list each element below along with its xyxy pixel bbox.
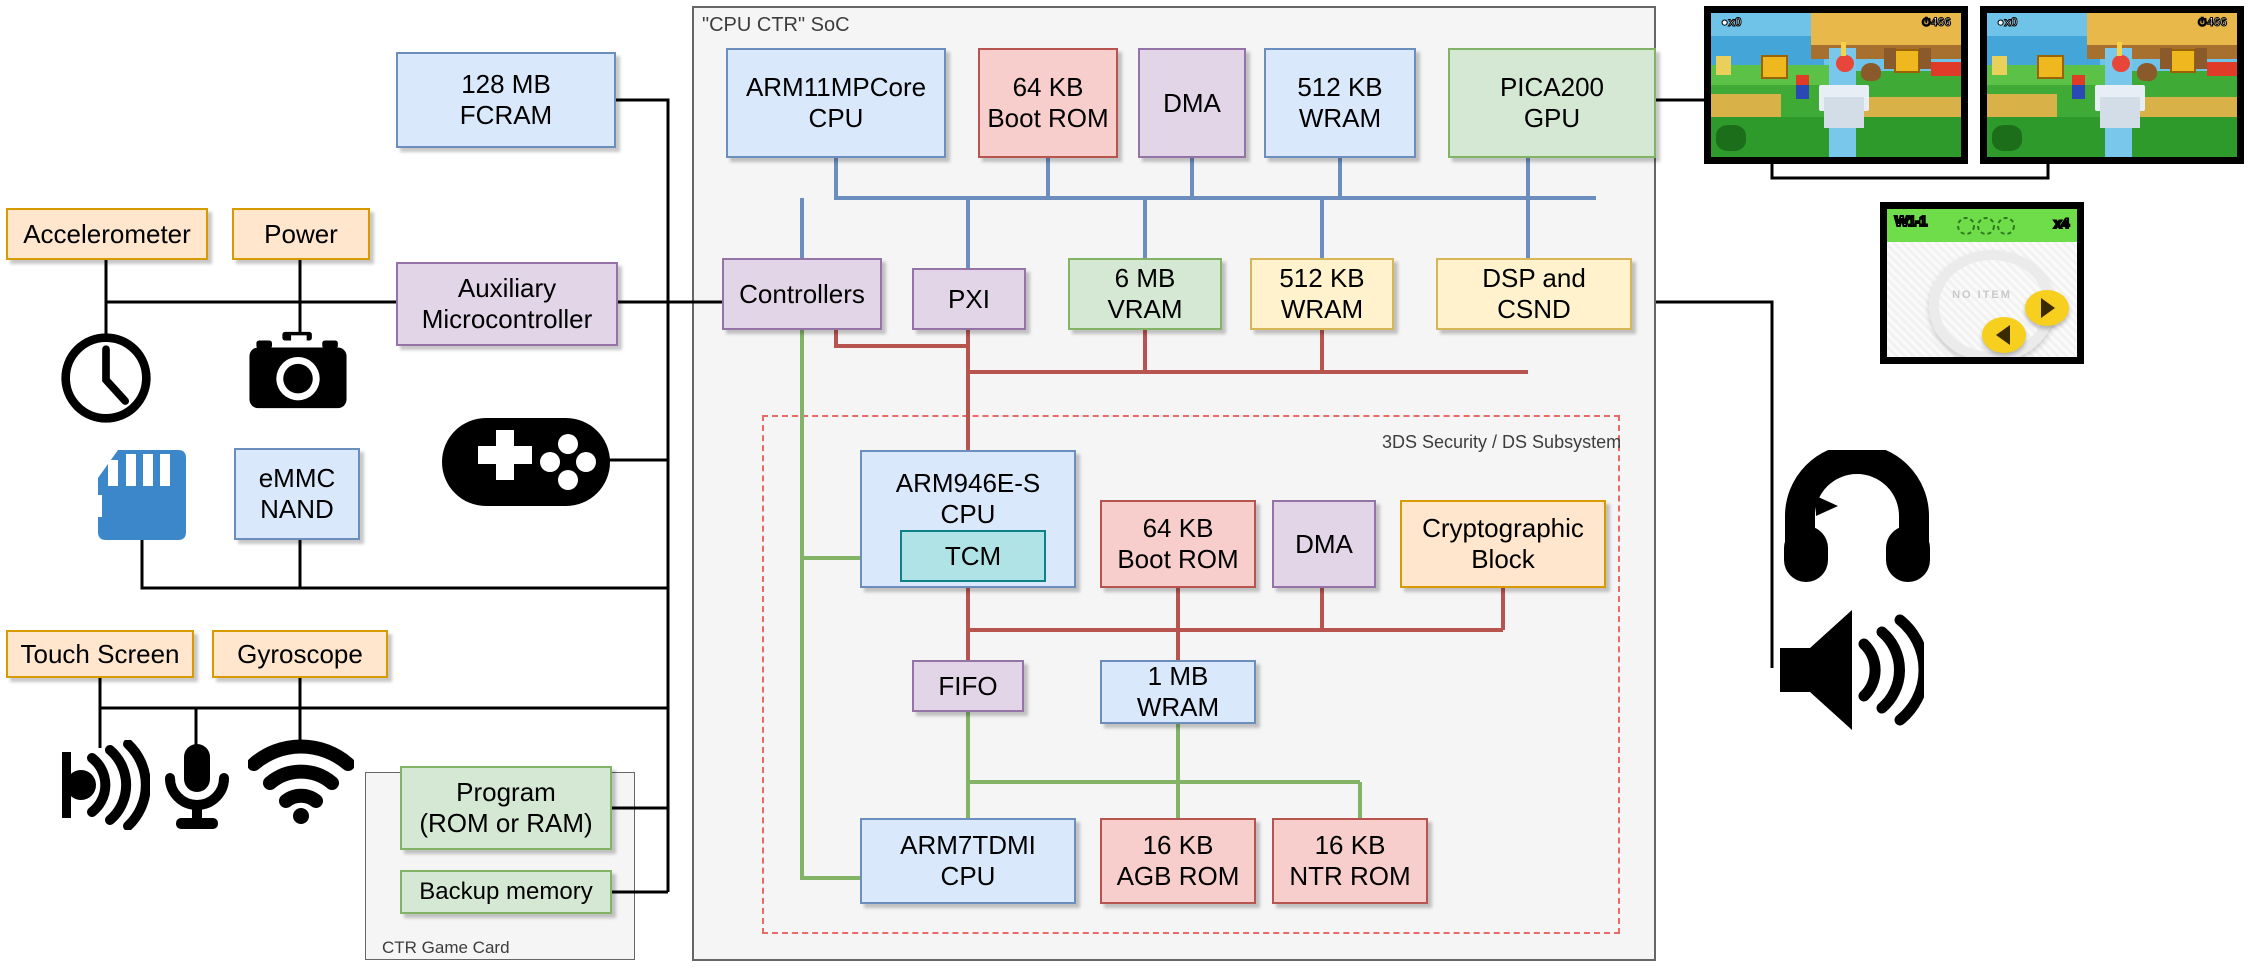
block-dma-arm9[interactable]: DMA: [1272, 500, 1376, 588]
bottom-screen-lives: x4: [2053, 214, 2071, 232]
block-dsp-csnd[interactable]: DSP and CSND: [1436, 258, 1632, 330]
bottom-screen-world: W1-1: [1894, 212, 1929, 231]
block-power[interactable]: Power: [232, 208, 370, 260]
block-dma-arm11[interactable]: DMA: [1138, 48, 1246, 158]
3ds-top-screen-right: ●x0 ⏱466: [1980, 6, 2244, 164]
architecture-diagram: "CPU CTR" SoC 3DS Security / DS Subsyste…: [0, 0, 2252, 971]
camera-icon: [246, 326, 350, 419]
sd-card-icon: [92, 448, 192, 549]
block-wram-512kb-arm11[interactable]: 512 KB WRAM: [1264, 48, 1416, 158]
block-program-rom-ram[interactable]: Program (ROM or RAM): [400, 766, 612, 850]
block-agb-rom[interactable]: 16 KB AGB ROM: [1100, 818, 1256, 904]
headphones-icon: [1784, 444, 1930, 587]
block-emmc-nand[interactable]: eMMC NAND: [234, 448, 360, 540]
3ds-top-screen-left: ●x0 ⏱466: [1704, 6, 1968, 164]
block-backup-memory[interactable]: Backup memory: [400, 870, 612, 914]
3ds-bottom-screen[interactable]: W1-1 x4 NO ITEM: [1880, 202, 2084, 364]
block-boot-rom-arm11[interactable]: 64 KB Boot ROM: [978, 48, 1118, 158]
block-wram-1mb[interactable]: 1 MB WRAM: [1100, 660, 1256, 724]
prev-item-button[interactable]: [1981, 317, 2026, 354]
top-screen-hud: ●x0 ⏱466: [1997, 14, 2228, 29]
block-accelerometer[interactable]: Accelerometer: [6, 208, 208, 260]
block-touch-screen[interactable]: Touch Screen: [6, 630, 194, 678]
star-coin-slots: [1955, 216, 2017, 241]
speaker-icon: [58, 739, 151, 835]
block-wram-512kb-arm9[interactable]: 512 KB WRAM: [1250, 258, 1394, 330]
block-controllers[interactable]: Controllers: [722, 258, 882, 330]
microphone-icon: [158, 742, 236, 837]
block-vram-6mb[interactable]: 6 MB VRAM: [1068, 258, 1222, 330]
block-boot-rom-arm9[interactable]: 64 KB Boot ROM: [1100, 500, 1256, 588]
top-screen-hud: ●x0 ⏱466: [1721, 14, 1952, 29]
clock-icon: [58, 330, 154, 431]
block-cryptographic-block[interactable]: Cryptographic Block: [1400, 500, 1606, 588]
block-gyroscope[interactable]: Gyroscope: [212, 630, 388, 678]
block-tcm[interactable]: TCM: [900, 530, 1046, 582]
gamepad-icon: [442, 418, 610, 511]
block-arm7tdmi-cpu[interactable]: ARM7TDMI CPU: [860, 818, 1076, 904]
block-pxi[interactable]: PXI: [912, 268, 1026, 330]
block-arm11-cpu[interactable]: ARM11MPCore CPU: [726, 48, 946, 158]
speaker-icon: [1780, 608, 1930, 737]
block-ntr-rom[interactable]: 16 KB NTR ROM: [1272, 818, 1428, 904]
block-auxiliary-microcontroller[interactable]: Auxiliary Microcontroller: [396, 262, 618, 346]
wifi-icon: [247, 738, 355, 829]
block-pica200-gpu[interactable]: PICA200 GPU: [1448, 48, 1656, 158]
block-fifo[interactable]: FIFO: [912, 660, 1024, 712]
next-item-button[interactable]: [2025, 290, 2070, 327]
block-fcram[interactable]: 128 MB FCRAM: [396, 52, 616, 148]
